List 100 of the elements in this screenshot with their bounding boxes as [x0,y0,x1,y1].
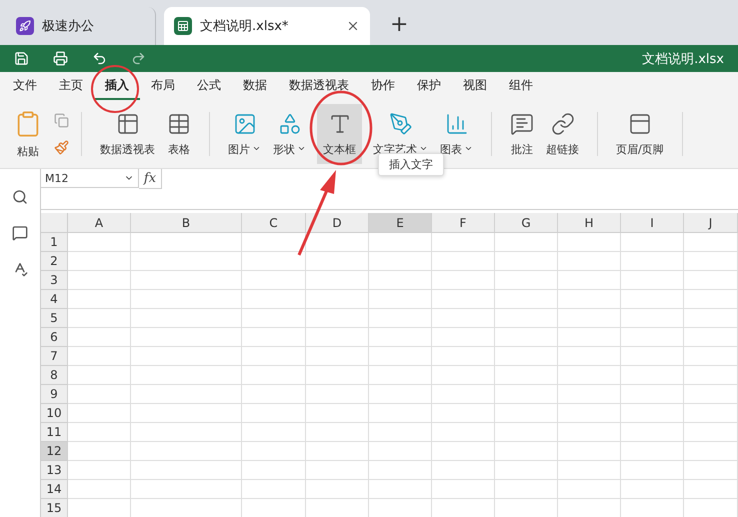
table-cell[interactable] [432,309,495,328]
table-cell[interactable] [131,309,242,328]
table-cell[interactable] [68,423,131,442]
table-cell[interactable] [242,461,306,480]
table-cell[interactable] [68,290,131,309]
browser-tab[interactable]: 文档说明.xlsx* [164,7,370,45]
table-cell[interactable] [495,233,558,252]
table-cell[interactable] [495,423,558,442]
table-cell[interactable] [558,271,621,290]
table-cell[interactable] [369,252,432,271]
table-cell[interactable] [621,328,684,347]
row-header[interactable]: 5 [41,309,68,328]
table-cell[interactable] [131,233,242,252]
table-cell[interactable] [558,309,621,328]
table-cell[interactable] [558,461,621,480]
table-cell[interactable] [432,404,495,423]
function-label[interactable]: fx [139,169,162,189]
table-cell[interactable] [369,347,432,366]
menu-tab[interactable]: 视图 [452,72,498,100]
table-cell[interactable] [621,347,684,366]
table-cell[interactable] [558,423,621,442]
table-cell[interactable] [131,347,242,366]
table-cell[interactable] [558,347,621,366]
table-cell[interactable] [369,461,432,480]
ribbon-button[interactable]: 超链接 [540,104,585,164]
ribbon-button[interactable]: 图片 [222,104,267,164]
table-cell[interactable] [369,404,432,423]
table-cell[interactable] [306,423,369,442]
table-cell[interactable] [495,328,558,347]
row-header[interactable]: 2 [41,252,68,271]
table-cell[interactable] [684,328,738,347]
table-cell[interactable] [306,404,369,423]
comment-icon[interactable] [12,225,28,241]
table-cell[interactable] [68,252,131,271]
name-box[interactable]: M12 [41,169,139,188]
table-cell[interactable] [684,347,738,366]
row-header[interactable]: 8 [41,366,68,385]
table-cell[interactable] [68,480,131,499]
table-cell[interactable] [242,233,306,252]
table-cell[interactable] [131,366,242,385]
table-cell[interactable] [495,271,558,290]
menu-tab[interactable]: 布局 [140,72,186,100]
row-header[interactable]: 14 [41,480,68,499]
table-cell[interactable] [495,404,558,423]
table-cell[interactable] [369,366,432,385]
row-header[interactable]: 12 [41,442,68,461]
table-cell[interactable] [131,328,242,347]
table-cell[interactable] [131,271,242,290]
table-cell[interactable] [242,423,306,442]
table-cell[interactable] [558,252,621,271]
close-icon[interactable] [346,19,360,33]
table-cell[interactable] [432,233,495,252]
menu-tab[interactable]: 主页 [48,72,94,100]
table-cell[interactable] [621,442,684,461]
table-cell[interactable] [684,423,738,442]
row-header[interactable]: 15 [41,499,68,517]
table-cell[interactable] [432,252,495,271]
table-cell[interactable] [242,442,306,461]
printer-icon[interactable] [53,51,68,66]
table-cell[interactable] [369,328,432,347]
table-cell[interactable] [306,366,369,385]
table-cell[interactable] [369,385,432,404]
table-cell[interactable] [495,252,558,271]
row-header[interactable]: 10 [41,404,68,423]
table-cell[interactable] [131,290,242,309]
table-cell[interactable] [684,309,738,328]
table-cell[interactable] [558,366,621,385]
menu-tab[interactable]: 数据透视表 [278,72,360,100]
table-cell[interactable] [306,271,369,290]
menu-tab[interactable]: 保护 [406,72,452,100]
redo-icon[interactable] [131,51,146,66]
ribbon-button[interactable]: 数据透视表 [94,104,161,164]
column-header[interactable]: F [432,213,495,233]
table-cell[interactable] [369,233,432,252]
copy-icon[interactable] [54,113,69,128]
table-cell[interactable] [684,233,738,252]
table-cell[interactable] [621,461,684,480]
table-cell[interactable] [369,271,432,290]
table-cell[interactable] [558,442,621,461]
table-cell[interactable] [558,328,621,347]
column-header[interactable]: H [558,213,621,233]
table-cell[interactable] [432,366,495,385]
table-cell[interactable] [242,309,306,328]
table-cell[interactable] [306,347,369,366]
table-cell[interactable] [432,271,495,290]
table-cell[interactable] [242,480,306,499]
table-cell[interactable] [369,423,432,442]
table-cell[interactable] [495,290,558,309]
menu-tab[interactable]: 数据 [232,72,278,100]
column-header[interactable]: D [306,213,369,233]
table-cell[interactable] [495,385,558,404]
column-header[interactable]: I [621,213,684,233]
table-cell[interactable] [432,290,495,309]
table-cell[interactable] [558,290,621,309]
table-cell[interactable] [621,404,684,423]
table-cell[interactable] [684,461,738,480]
table-cell[interactable] [68,309,131,328]
row-header[interactable]: 9 [41,385,68,404]
table-cell[interactable] [432,423,495,442]
table-cell[interactable] [306,252,369,271]
